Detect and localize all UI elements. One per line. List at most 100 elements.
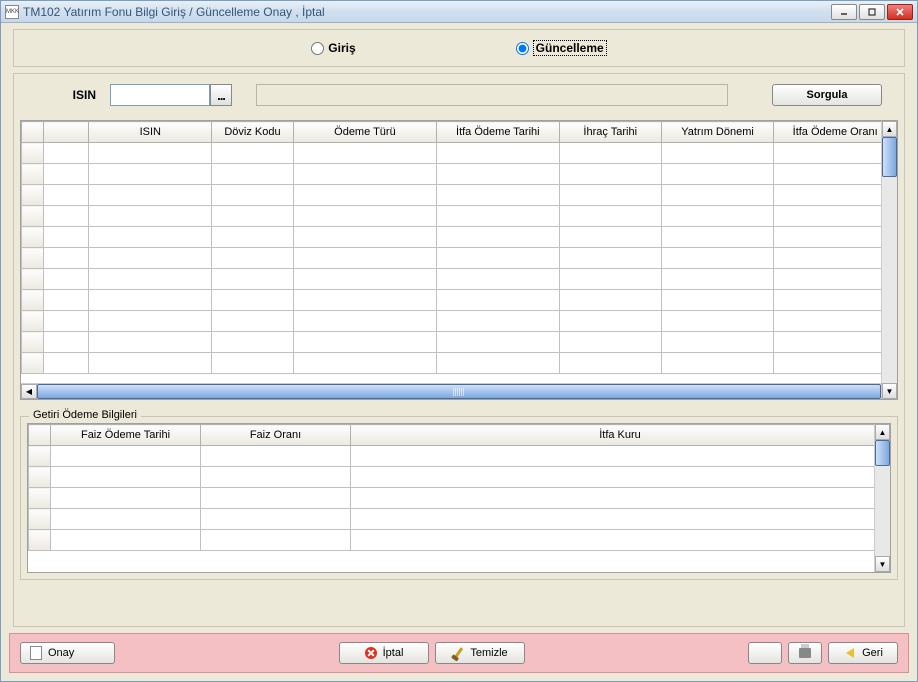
print-button[interactable] bbox=[788, 642, 822, 664]
cell[interactable] bbox=[661, 290, 773, 311]
cell[interactable] bbox=[559, 332, 661, 353]
cell[interactable] bbox=[436, 353, 559, 374]
cell[interactable] bbox=[44, 353, 89, 374]
cell[interactable] bbox=[212, 143, 294, 164]
cell[interactable] bbox=[89, 143, 212, 164]
row-header[interactable] bbox=[22, 248, 44, 269]
cell[interactable] bbox=[559, 290, 661, 311]
cell[interactable] bbox=[44, 206, 89, 227]
cell[interactable] bbox=[201, 509, 351, 530]
grid1-vscroll-thumb[interactable] bbox=[882, 137, 897, 177]
cell[interactable] bbox=[351, 488, 890, 509]
cell[interactable] bbox=[293, 311, 436, 332]
cell[interactable] bbox=[436, 227, 559, 248]
cell[interactable] bbox=[774, 269, 897, 290]
cell[interactable] bbox=[661, 164, 773, 185]
cell[interactable] bbox=[89, 164, 212, 185]
table-row[interactable] bbox=[22, 332, 897, 353]
cell[interactable] bbox=[351, 530, 890, 551]
cell[interactable] bbox=[293, 269, 436, 290]
cell[interactable] bbox=[212, 332, 294, 353]
cell[interactable] bbox=[661, 311, 773, 332]
cell[interactable] bbox=[436, 290, 559, 311]
cell[interactable] bbox=[89, 185, 212, 206]
onay-button[interactable]: Onay bbox=[20, 642, 115, 664]
cell[interactable] bbox=[559, 353, 661, 374]
table-row[interactable] bbox=[22, 143, 897, 164]
cell[interactable] bbox=[559, 269, 661, 290]
cell[interactable] bbox=[351, 446, 890, 467]
table-row[interactable] bbox=[22, 353, 897, 374]
cell[interactable] bbox=[293, 353, 436, 374]
scroll-up-icon[interactable]: ▲ bbox=[882, 121, 897, 137]
cell[interactable] bbox=[51, 488, 201, 509]
grid2-col-faiz-tarih[interactable]: Faiz Ödeme Tarihi bbox=[51, 425, 201, 446]
cell[interactable] bbox=[212, 353, 294, 374]
table-row[interactable] bbox=[22, 164, 897, 185]
cell[interactable] bbox=[44, 164, 89, 185]
cell[interactable] bbox=[89, 227, 212, 248]
row-header[interactable] bbox=[22, 227, 44, 248]
cell[interactable] bbox=[661, 227, 773, 248]
cell[interactable] bbox=[661, 353, 773, 374]
cell[interactable] bbox=[661, 248, 773, 269]
table-row[interactable] bbox=[22, 185, 897, 206]
grid2-vscroll[interactable]: ▲ ▼ bbox=[874, 424, 890, 572]
cell[interactable] bbox=[293, 206, 436, 227]
grid1-col-odeme[interactable]: Ödeme Türü bbox=[293, 122, 436, 143]
row-header[interactable] bbox=[22, 353, 44, 374]
table-row[interactable] bbox=[22, 206, 897, 227]
table-row[interactable] bbox=[22, 227, 897, 248]
cell[interactable] bbox=[212, 248, 294, 269]
isin-lookup-button[interactable]: ... bbox=[210, 84, 232, 106]
grid2-col-itfa-kuru[interactable]: İtfa Kuru bbox=[351, 425, 890, 446]
radio-giris-input[interactable] bbox=[311, 42, 324, 55]
cell[interactable] bbox=[351, 509, 890, 530]
cell[interactable] bbox=[212, 164, 294, 185]
cell[interactable] bbox=[351, 467, 890, 488]
cell[interactable] bbox=[201, 446, 351, 467]
cell[interactable] bbox=[51, 467, 201, 488]
row-header[interactable] bbox=[22, 332, 44, 353]
cell[interactable] bbox=[774, 248, 897, 269]
cell[interactable] bbox=[293, 185, 436, 206]
table-row[interactable] bbox=[22, 248, 897, 269]
radio-guncelleme-input[interactable] bbox=[516, 42, 529, 55]
cell[interactable] bbox=[44, 143, 89, 164]
grid1-hscroll-thumb[interactable] bbox=[37, 384, 881, 399]
radio-guncelleme[interactable]: Güncelleme bbox=[516, 40, 607, 56]
cell[interactable] bbox=[436, 164, 559, 185]
cell[interactable] bbox=[436, 206, 559, 227]
cell[interactable] bbox=[661, 332, 773, 353]
main-grid[interactable]: ISIN Döviz Kodu Ödeme Türü İtfa Ödeme Ta… bbox=[20, 120, 898, 400]
grid1-col-ihrac[interactable]: İhraç Tarihi bbox=[559, 122, 661, 143]
minimize-button[interactable] bbox=[831, 4, 857, 20]
maximize-button[interactable] bbox=[859, 4, 885, 20]
cell[interactable] bbox=[436, 248, 559, 269]
row-header[interactable] bbox=[29, 509, 51, 530]
row-header[interactable] bbox=[29, 446, 51, 467]
isin-input[interactable] bbox=[110, 84, 210, 106]
cell[interactable] bbox=[201, 530, 351, 551]
scroll-up-icon[interactable]: ▲ bbox=[875, 424, 890, 440]
table-row[interactable] bbox=[22, 311, 897, 332]
radio-giris[interactable]: Giriş bbox=[311, 40, 355, 56]
cell[interactable] bbox=[293, 164, 436, 185]
cell[interactable] bbox=[559, 311, 661, 332]
cell[interactable] bbox=[44, 332, 89, 353]
row-header[interactable] bbox=[29, 530, 51, 551]
cell[interactable] bbox=[436, 311, 559, 332]
grid1-col-itfa-oran[interactable]: İtfa Ödeme Oranı bbox=[774, 122, 897, 143]
cell[interactable] bbox=[774, 206, 897, 227]
cell[interactable] bbox=[661, 143, 773, 164]
iptal-button[interactable]: İptal bbox=[339, 642, 429, 664]
cell[interactable] bbox=[559, 206, 661, 227]
grid1-col-blank[interactable] bbox=[44, 122, 89, 143]
cell[interactable] bbox=[212, 227, 294, 248]
row-header[interactable] bbox=[22, 185, 44, 206]
cell[interactable] bbox=[774, 143, 897, 164]
cell[interactable] bbox=[212, 206, 294, 227]
detail-grid[interactable]: Faiz Ödeme Tarihi Faiz Oranı İtfa Kuru ▲ bbox=[27, 423, 891, 573]
cell[interactable] bbox=[436, 143, 559, 164]
row-header[interactable] bbox=[29, 488, 51, 509]
